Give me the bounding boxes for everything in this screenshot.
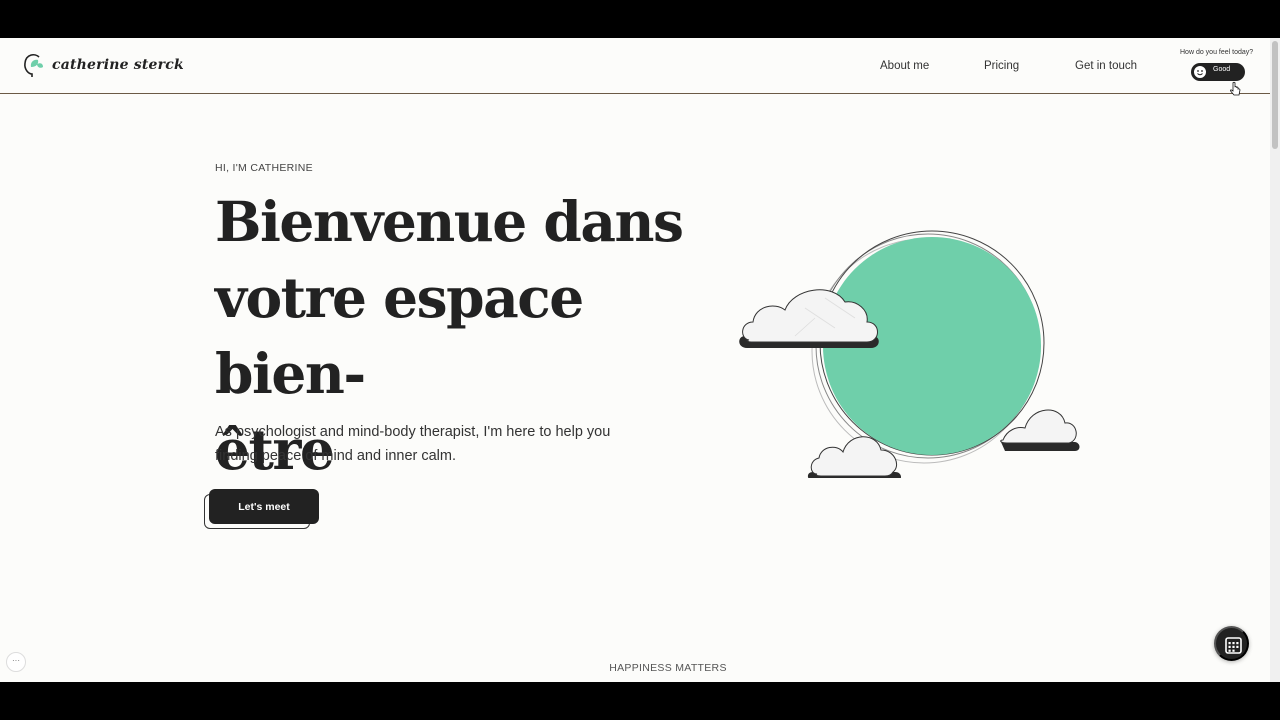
mood-knob [1193, 65, 1207, 79]
page-scrollbar[interactable] [1270, 38, 1280, 682]
section-label: HAPPINESS MATTERS [609, 662, 727, 674]
mood-toggle[interactable]: Good [1191, 63, 1245, 96]
site-header: catherine sterck About me Pricing Get in… [0, 38, 1270, 96]
browser-viewport: catherine sterck About me Pricing Get in… [0, 38, 1280, 682]
scrollbar-thumb[interactable] [1272, 41, 1278, 149]
head-leaf-logo-icon [24, 53, 43, 77]
pointer-cursor-icon [1230, 81, 1241, 96]
more-dots-icon: ··· [12, 656, 20, 665]
hero-subtitle: As psychologist and mind-body therapist,… [215, 424, 611, 464]
nav-about-me[interactable]: About me [880, 60, 929, 72]
mood-widget: How do you feel today? Good [1180, 49, 1260, 96]
more-dots-button[interactable]: ··· [6, 652, 26, 672]
nav-pricing[interactable]: Pricing [984, 60, 1019, 72]
hero-eyebrow: HI, I'M CATHERINE [215, 162, 313, 174]
brand-logo[interactable]: catherine sterck [22, 52, 184, 78]
calendar-grid-icon [1225, 637, 1242, 654]
headline-line-2: votre espace bien- [215, 265, 584, 406]
smiley-face-icon [1197, 70, 1203, 76]
mood-question: How do you feel today? [1180, 49, 1254, 56]
nav-get-in-touch[interactable]: Get in touch [1075, 60, 1137, 72]
booking-calendar-button[interactable] [1214, 626, 1249, 661]
brand-name: catherine sterck [52, 57, 184, 73]
mood-value: Good [1213, 66, 1231, 73]
lets-meet-button[interactable]: Let's meet [209, 489, 319, 524]
headline-line-1: Bienvenue dans [215, 189, 684, 254]
sun-and-clouds-illustration [739, 230, 1080, 478]
